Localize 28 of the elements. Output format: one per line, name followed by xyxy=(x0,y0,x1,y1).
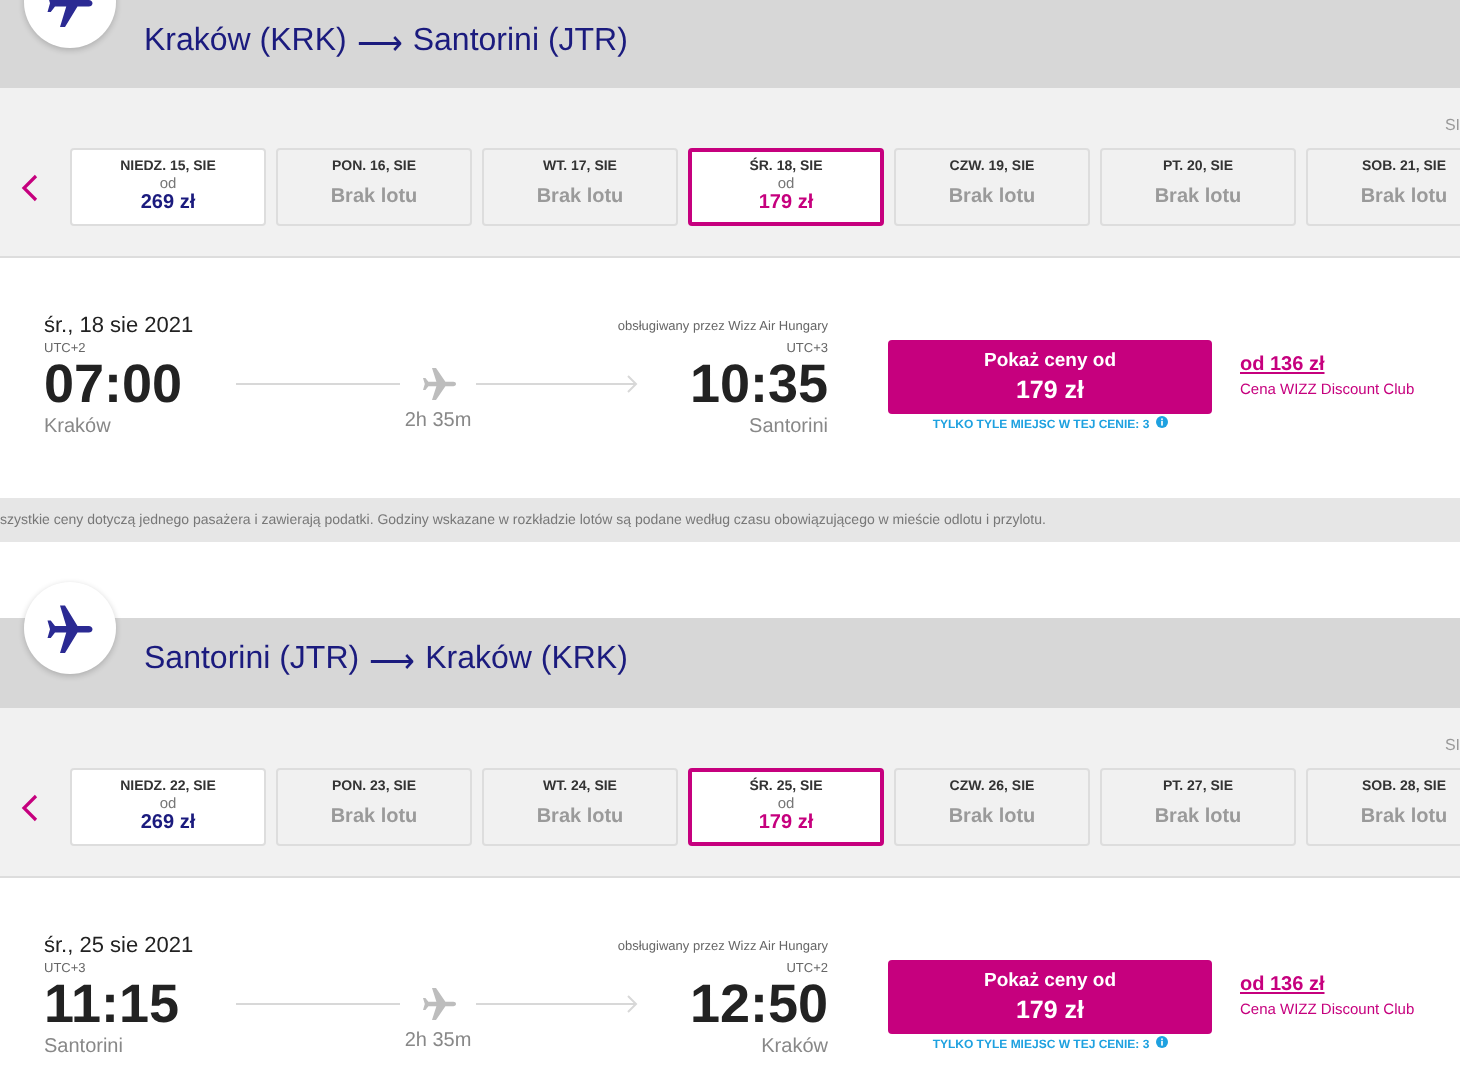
discount-price-link[interactable]: od 136 zł xyxy=(1240,354,1415,376)
route-origin: Santorini (JTR) xyxy=(144,642,360,680)
month-label: SI xyxy=(1444,116,1460,134)
route-arrow: ⟶ xyxy=(369,644,416,682)
departure-city: Kraków xyxy=(44,416,113,438)
route-arrow: ⟶ xyxy=(356,26,403,64)
route-destination: Santorini (JTR) xyxy=(412,24,628,62)
route-destination: Kraków (KRK) xyxy=(425,642,628,680)
route-origin: Kraków (KRK) xyxy=(144,24,347,62)
info-icon[interactable] xyxy=(1155,1036,1168,1048)
show-prices-button[interactable]: Pokaż ceny od 179 zł xyxy=(888,960,1212,1034)
arrival-time: 12:50 xyxy=(689,976,828,1032)
flight-date: śr., 18 sie 2021 xyxy=(44,314,196,338)
flight-date: śr., 25 sie 2021 xyxy=(44,934,196,958)
departure-time: 11:15 xyxy=(44,976,182,1032)
chevron-left-icon[interactable] xyxy=(20,171,40,203)
flight-duration: 2h 35m xyxy=(404,410,472,432)
arrival-city: Kraków xyxy=(761,1036,828,1058)
departure-time: 07:00 xyxy=(44,356,185,412)
discount-price-link[interactable]: od 136 zł xyxy=(1240,974,1415,996)
arrival-city: Santorini xyxy=(749,416,828,438)
info-icon[interactable] xyxy=(1155,416,1168,428)
chevron-left-icon[interactable] xyxy=(20,791,40,823)
arrival-time: 10:35 xyxy=(689,356,828,412)
show-prices-button[interactable]: Pokaż ceny od 179 zł xyxy=(888,340,1212,414)
flight-duration: 2h 35m xyxy=(404,1030,472,1052)
month-label: SI xyxy=(1444,736,1460,754)
departure-city: Santorini xyxy=(44,1036,125,1058)
